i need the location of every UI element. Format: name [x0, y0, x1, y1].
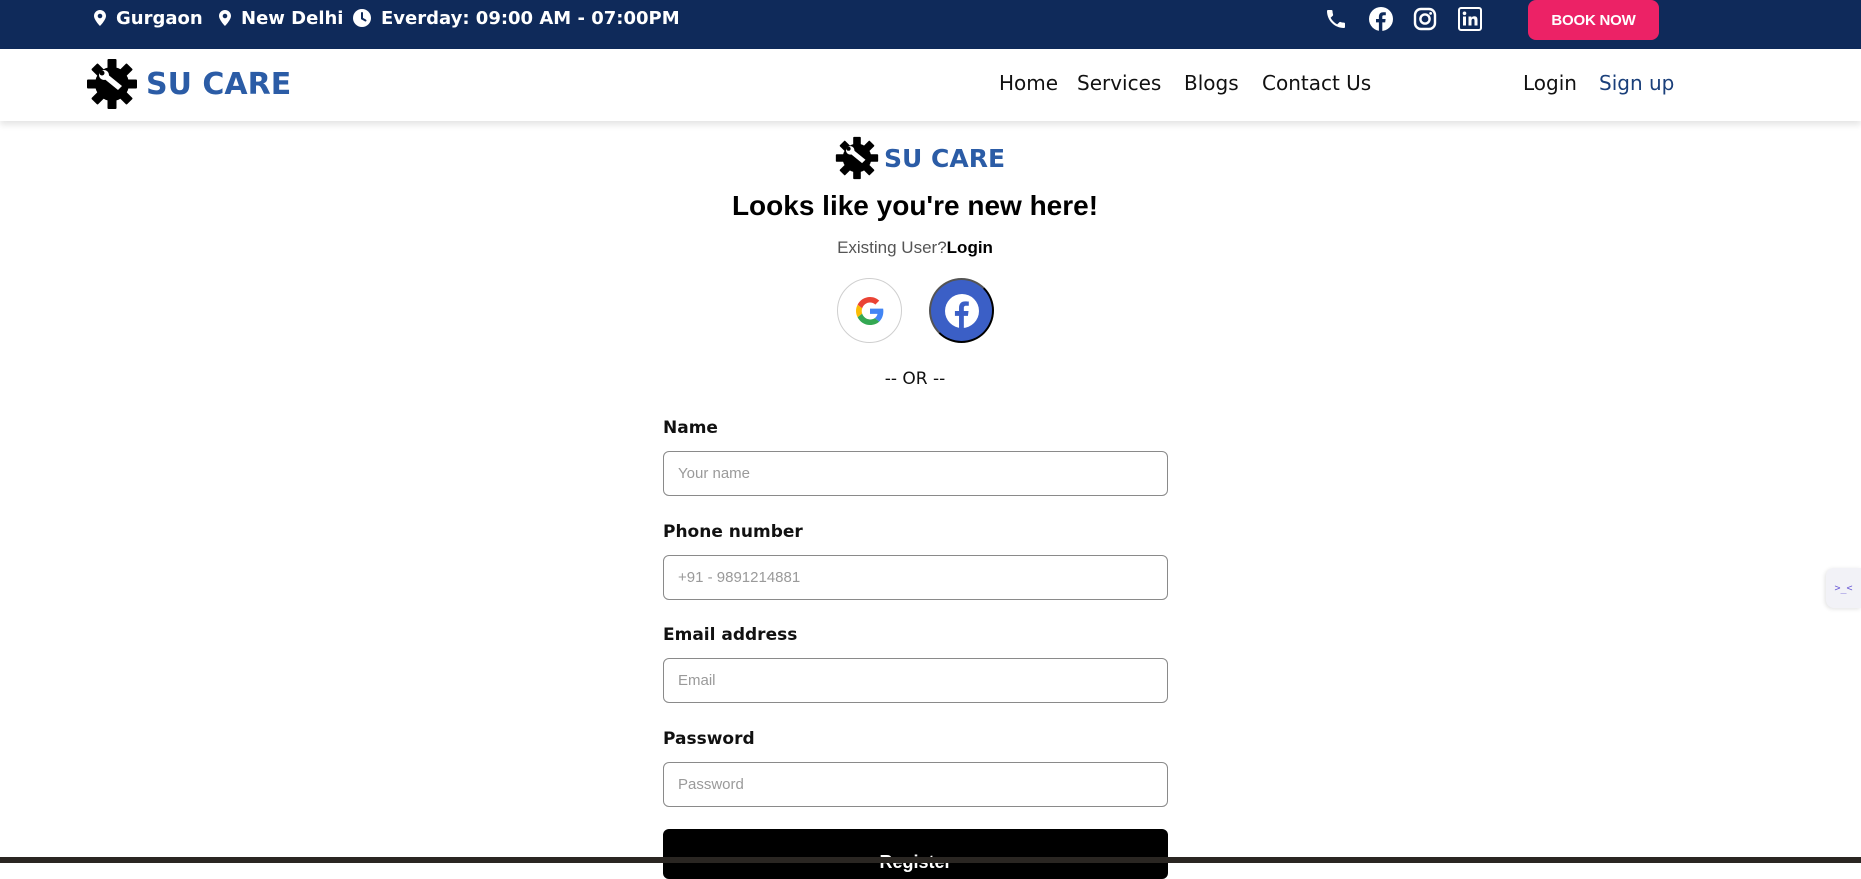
map-pin-icon [94, 10, 106, 26]
nav-contact-us[interactable]: Contact Us [1262, 71, 1371, 95]
nav-services[interactable]: Services [1077, 71, 1161, 95]
form-brand-name: SU CARE [884, 143, 1006, 173]
email-label: Email address [663, 625, 798, 645]
footer-edge [0, 857, 1861, 863]
phone-label: Phone number [663, 522, 803, 542]
opening-hours: Everday: 09:00 AM - 07:00PM [353, 0, 680, 36]
existing-user-text: Existing User? [837, 238, 947, 257]
phone-icon[interactable] [1323, 6, 1349, 32]
facebook-signin-button[interactable] [929, 278, 994, 343]
google-icon [855, 296, 883, 325]
page-title: Looks like you're new here! [731, 190, 1099, 221]
location-gurgaon-label: Gurgaon [116, 7, 203, 29]
side-widget-button[interactable]: >_< [1826, 568, 1861, 608]
location-gurgaon: Gurgaon [94, 0, 203, 36]
existing-user-login-link[interactable]: Login [947, 238, 993, 257]
gear-wrench-logo-icon [835, 136, 879, 180]
brand-logo[interactable]: SU CARE [86, 57, 291, 111]
instagram-icon[interactable] [1412, 6, 1438, 32]
opening-hours-label: Everday: 09:00 AM - 07:00PM [381, 7, 680, 29]
location-new-delhi-label: New Delhi [241, 7, 344, 29]
facebook-icon [944, 293, 979, 328]
password-input[interactable] [663, 762, 1168, 807]
nav-signup[interactable]: Sign up [1599, 71, 1674, 95]
linkedin-icon[interactable] [1457, 6, 1483, 32]
location-new-delhi: New Delhi [219, 0, 343, 36]
register-button[interactable]: Register [663, 829, 1168, 879]
phone-input[interactable] [663, 555, 1168, 600]
name-input[interactable] [663, 451, 1168, 496]
nav-login[interactable]: Login [1523, 71, 1577, 95]
facebook-icon[interactable] [1368, 6, 1394, 32]
nav-home[interactable]: Home [999, 71, 1058, 95]
nav-blogs[interactable]: Blogs [1184, 71, 1239, 95]
brand-name: SU CARE [146, 66, 292, 102]
name-label: Name [663, 418, 718, 438]
gear-wrench-logo-icon [87, 59, 137, 109]
google-signin-button[interactable] [837, 278, 902, 343]
existing-user-prompt: Existing User?Login [0, 238, 1830, 258]
book-now-button[interactable]: BOOK NOW [1528, 0, 1659, 40]
main-navbar: SU CARE Home Services Blogs Contact Us L… [0, 49, 1861, 121]
password-label: Password [663, 729, 755, 749]
top-info-bar: Gurgaon New Delhi Everday: 09:00 AM - 07… [0, 0, 1861, 49]
email-input[interactable] [663, 658, 1168, 703]
form-brand-logo: SU CARE [835, 135, 1005, 181]
clock-icon [353, 9, 371, 27]
map-pin-icon [219, 10, 231, 26]
or-divider: -- OR -- [884, 369, 946, 389]
